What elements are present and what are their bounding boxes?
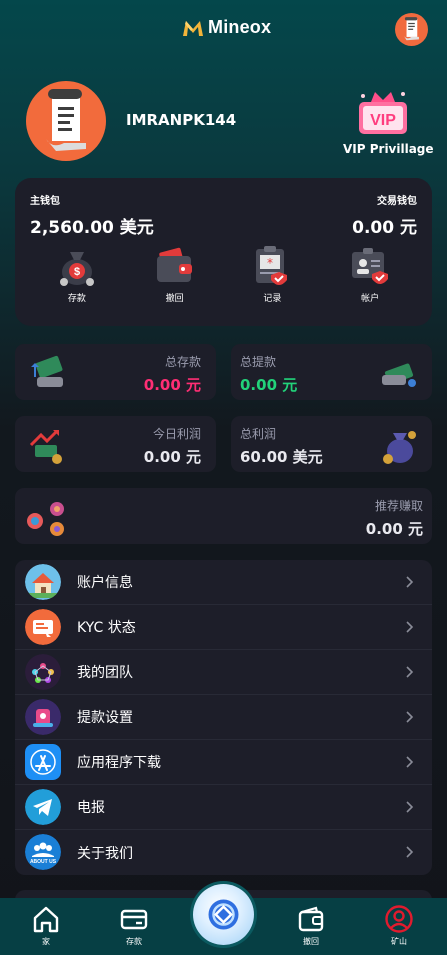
app-header: Mineox	[0, 0, 447, 60]
cash-withdraw-icon	[382, 363, 416, 387]
svg-text:ABOUT US: ABOUT US	[30, 859, 57, 865]
profile-avatar[interactable]	[26, 81, 106, 161]
total-profit-value: 60.00 美元	[240, 448, 323, 466]
tab-withdraw[interactable]: 撤回	[286, 904, 336, 947]
menu-label: 应用程序下载	[77, 755, 161, 771]
total-withdraw-card[interactable]: 总提款 0.00 元	[231, 344, 432, 400]
vip-label: VIP Privillage	[343, 142, 434, 156]
today-profit-card[interactable]: 今日利润 0.00 元	[15, 416, 216, 472]
referral-people-icon	[27, 502, 64, 536]
menu-label: 账户信息	[77, 575, 133, 591]
chevron-right-icon	[406, 576, 414, 588]
chevron-right-icon	[406, 666, 414, 678]
total-profit-label: 总利润	[240, 427, 277, 441]
home-icon	[33, 906, 59, 933]
team-icon	[25, 654, 61, 690]
withdraw-label: 撤回	[165, 294, 184, 304]
chevron-right-icon	[406, 846, 414, 858]
card-icon	[120, 909, 148, 930]
referral-label: 推荐赚取	[374, 499, 423, 513]
scroll-avatar-icon	[46, 89, 86, 151]
svg-text:*: *	[267, 256, 273, 270]
menu-item-about-us[interactable]: ABOUT US 关于我们	[15, 830, 432, 875]
tab-home[interactable]: 家	[21, 904, 71, 947]
records-action[interactable]: * 记录	[237, 242, 307, 304]
today-profit-value: 0.00 元	[143, 448, 201, 466]
coin-bag-icon	[383, 431, 416, 464]
trade-wallet-label: 交易钱包	[377, 196, 417, 207]
svg-text:$: $	[74, 266, 80, 278]
referral-card[interactable]: 推荐赚取 0.00 元	[15, 488, 432, 544]
menu-item-app-download[interactable]: 应用程序下载	[15, 740, 432, 785]
username: IMRANPK144	[126, 111, 237, 129]
wallet-actions: $ 存款 撤回 * 记录 帐户	[15, 242, 432, 304]
deposit-label: 存款	[67, 294, 86, 304]
mineox-logo-icon	[183, 20, 203, 36]
withdraw-settings-icon	[25, 699, 61, 735]
main-wallet-label: 主钱包	[30, 196, 60, 207]
records-label: 记录	[263, 294, 282, 304]
profit-chart-icon	[29, 429, 62, 464]
profile-section: IMRANPK144 VIP VIP Privillage	[0, 80, 447, 161]
chevron-right-icon	[406, 711, 414, 723]
total-deposit-card[interactable]: 总存款 0.00 元	[15, 344, 216, 400]
menu-label: 提款设置	[77, 710, 133, 726]
total-deposit-label: 总存款	[164, 355, 201, 369]
app-name: Mineox	[208, 17, 272, 37]
total-deposit-value: 0.00 元	[143, 376, 201, 394]
house-icon	[25, 564, 61, 600]
wallet-icon	[156, 247, 192, 282]
chevron-right-icon	[406, 756, 414, 768]
deposit-action[interactable]: $ 存款	[42, 242, 112, 304]
main-wallet-balance: 2,560.00 美元	[30, 218, 154, 238]
tab-label: 撤回	[303, 937, 319, 946]
menu-label: 关于我们	[77, 845, 133, 862]
money-bag-icon: $	[59, 252, 94, 286]
tab-mine[interactable]: 矿山	[374, 904, 424, 947]
menu-label: 我的团队	[77, 665, 133, 681]
total-profit-card[interactable]: 总利润 60.00 美元	[231, 416, 432, 472]
menu-item-telegram[interactable]: 电报	[15, 785, 432, 830]
today-profit-label: 今日利润	[152, 427, 201, 441]
menu-item-account-info[interactable]: 账户信息	[15, 560, 432, 605]
menu-item-my-team[interactable]: 我的团队	[15, 650, 432, 695]
total-withdraw-label: 总提款	[240, 355, 277, 369]
trade-wallet-balance: 0.00 元	[352, 218, 417, 238]
withdraw-action[interactable]: 撤回	[140, 242, 210, 304]
vip-crown-icon: VIP	[359, 92, 407, 134]
telegram-icon	[25, 789, 61, 825]
menu-item-withdraw-settings[interactable]: 提款设置	[15, 695, 432, 740]
svg-text:VIP: VIP	[370, 112, 396, 129]
wallet-card: 主钱包 2,560.00 美元 交易钱包 0.00 元 $ 存款 撤回 * 记录…	[15, 178, 432, 326]
account-action[interactable]: 帐户	[335, 242, 405, 304]
wallet-icon	[298, 906, 324, 932]
chevron-right-icon	[406, 801, 414, 813]
kyc-document-icon	[25, 609, 61, 645]
tab-label: 存款	[126, 937, 142, 946]
tab-label: 家	[42, 937, 50, 946]
header-avatar[interactable]	[395, 13, 428, 46]
menu-label: 电报	[77, 800, 105, 816]
tab-deposit[interactable]: 存款	[109, 904, 159, 947]
tab-label: 矿山	[391, 937, 407, 946]
user-circle-icon	[385, 905, 413, 933]
app-logo[interactable]: Mineox	[182, 17, 271, 38]
chevron-right-icon	[406, 621, 414, 633]
menu-label: KYC 状态	[77, 620, 136, 636]
about-us-icon: ABOUT US	[25, 834, 61, 870]
total-withdraw-value: 0.00 元	[240, 376, 298, 394]
clipboard-icon: *	[256, 246, 288, 285]
app-store-icon	[25, 744, 61, 780]
settings-menu: 账户信息 KYC 状态 我的团队 提款设置 应用程序下载 电报 ABOUT US…	[15, 560, 432, 875]
vip-badge[interactable]: VIP VIP Privillage	[343, 88, 434, 156]
scroll-avatar-icon	[404, 17, 419, 41]
referral-value: 0.00 元	[365, 520, 423, 538]
mining-center-icon	[208, 899, 239, 930]
mining-center-button[interactable]	[193, 884, 254, 945]
account-label: 帐户	[361, 294, 380, 304]
menu-item-kyc-status[interactable]: KYC 状态	[15, 605, 432, 650]
id-card-icon	[352, 248, 389, 284]
cash-deposit-icon	[31, 355, 63, 387]
